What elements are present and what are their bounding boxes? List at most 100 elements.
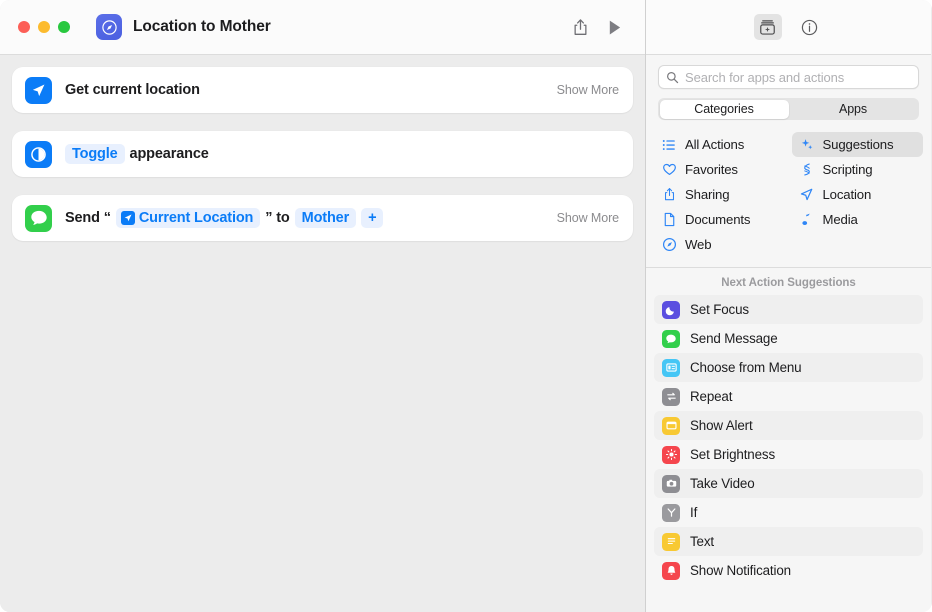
variable-label: Current Location (138, 210, 254, 226)
appearance-toggle-icon (25, 140, 52, 168)
list-bullet-icon (661, 137, 677, 153)
action-card[interactable]: Toggle appearance (12, 131, 633, 177)
sidebar-item-sharing[interactable]: Sharing (654, 182, 786, 207)
shortcuts-window: Location to Mother Get current location … (0, 0, 932, 612)
list-item-label: Set Focus (690, 302, 749, 317)
list-item[interactable]: Choose from Menu (654, 353, 923, 382)
search-input[interactable]: Search for apps and actions (658, 65, 919, 89)
sidebar-item-label: Suggestions (822, 137, 894, 152)
sidebar-item-label: Documents (685, 212, 751, 227)
tab-categories[interactable]: Categories (659, 99, 789, 119)
action-text: Get current location (65, 82, 200, 98)
sidebar-item-label: Sharing (685, 187, 730, 202)
list-item-label: Show Alert (690, 418, 753, 433)
run-button[interactable] (599, 13, 629, 41)
list-item-label: Text (690, 534, 714, 549)
actions-list: Get current location Show More Toggle ap… (0, 55, 645, 612)
action-text: Send “ Current Location ” to Mother + (65, 208, 384, 228)
sidebar-item-web[interactable]: Web (654, 232, 786, 257)
share-button[interactable] (565, 13, 595, 41)
minimize-button[interactable] (38, 21, 50, 33)
sidebar-item-label: Web (685, 237, 712, 252)
sidebar-toolbar (646, 0, 931, 55)
tab-apps[interactable]: Apps (789, 100, 918, 119)
list-item[interactable]: Text (654, 527, 923, 556)
suggestions-list: Set Focus Send Message Choose from Menu … (646, 295, 931, 612)
messages-icon (662, 329, 680, 348)
sidebar-item-media[interactable]: Media (792, 207, 924, 232)
sidebar-item-label: Scripting (822, 162, 873, 177)
list-item-label: Take Video (690, 476, 755, 491)
repeat-icon (662, 387, 680, 406)
branch-icon (662, 503, 680, 522)
sidebar-item-label: Location (822, 187, 872, 202)
action-variable-pill[interactable]: Current Location (115, 208, 261, 228)
bell-icon (662, 561, 680, 580)
sidebar-item-documents[interactable]: Documents (654, 207, 786, 232)
list-item[interactable]: Send Message (654, 324, 923, 353)
close-button[interactable] (18, 21, 30, 33)
action-label: appearance (129, 146, 209, 162)
action-card[interactable]: Send “ Current Location ” to Mother + Sh… (12, 195, 633, 241)
messages-icon (25, 204, 52, 232)
heart-icon (661, 162, 677, 178)
action-library-sidebar: Search for apps and actions Categories A… (646, 0, 931, 612)
info-circle-icon[interactable] (796, 14, 824, 40)
sidebar-item-all-actions[interactable]: All Actions (654, 132, 786, 157)
action-label: Get current location (65, 82, 200, 98)
category-grid: All Actions Suggestions Favorites Script… (646, 130, 931, 268)
scripting-icon (799, 162, 815, 178)
recipient-pill[interactable]: Mother (294, 208, 357, 228)
list-item-label: Send Message (690, 331, 778, 346)
action-label-send: Send “ (65, 210, 111, 226)
list-item[interactable]: Show Alert (654, 411, 923, 440)
sidebar-item-label: Media (822, 212, 858, 227)
list-item[interactable]: Set Focus (654, 295, 923, 324)
action-parameter-pill[interactable]: Toggle (65, 144, 125, 164)
show-more-button[interactable]: Show More (545, 211, 619, 225)
sidebar-item-location[interactable]: Location (792, 182, 924, 207)
location-arrow-icon (120, 211, 135, 225)
camera-icon (662, 474, 680, 493)
document-icon (661, 212, 677, 228)
traffic-lights (18, 21, 70, 33)
search-container: Search for apps and actions (646, 55, 931, 89)
add-action-icon[interactable] (753, 14, 782, 40)
sidebar-item-suggestions[interactable]: Suggestions (791, 132, 923, 157)
library-tabs: Categories Apps (658, 98, 919, 120)
page-title: Location to Mother (133, 18, 271, 35)
sidebar-item-label: Favorites (685, 162, 738, 177)
window-titlebar: Location to Mother (0, 0, 645, 55)
share-icon (661, 187, 677, 203)
list-item[interactable]: Set Brightness (654, 440, 923, 469)
sidebar-item-scripting[interactable]: Scripting (792, 157, 924, 182)
list-item[interactable]: Repeat (654, 382, 923, 411)
text-lines-icon (662, 532, 680, 551)
brightness-icon (662, 445, 680, 464)
music-note-icon (799, 212, 815, 228)
add-recipient-button[interactable]: + (361, 208, 384, 228)
list-item-label: Show Notification (690, 563, 791, 578)
suggestions-header: Next Action Suggestions (721, 277, 856, 289)
shortcut-editor-pane: Location to Mother Get current location … (0, 0, 646, 612)
list-item-label: If (690, 505, 698, 520)
compass-icon (96, 14, 122, 40)
list-item[interactable]: Take Video (654, 469, 923, 498)
list-item[interactable]: Show Notification (654, 556, 923, 585)
alert-window-icon (662, 416, 680, 435)
action-card[interactable]: Get current location Show More (12, 67, 633, 113)
compass-icon (661, 237, 677, 253)
zoom-button[interactable] (58, 21, 70, 33)
show-more-button[interactable]: Show More (545, 83, 619, 97)
library-tabs-container: Categories Apps (646, 89, 931, 130)
sparkles-icon (799, 137, 815, 153)
sidebar-item-favorites[interactable]: Favorites (654, 157, 786, 182)
search-icon (666, 71, 679, 84)
location-arrow-icon (799, 187, 815, 203)
search-placeholder: Search for apps and actions (685, 69, 845, 85)
menu-icon (662, 358, 680, 377)
list-item-label: Set Brightness (690, 447, 775, 462)
action-label-to: ” to (265, 210, 290, 226)
list-item[interactable]: If (654, 498, 923, 527)
action-text: Toggle appearance (65, 144, 209, 164)
